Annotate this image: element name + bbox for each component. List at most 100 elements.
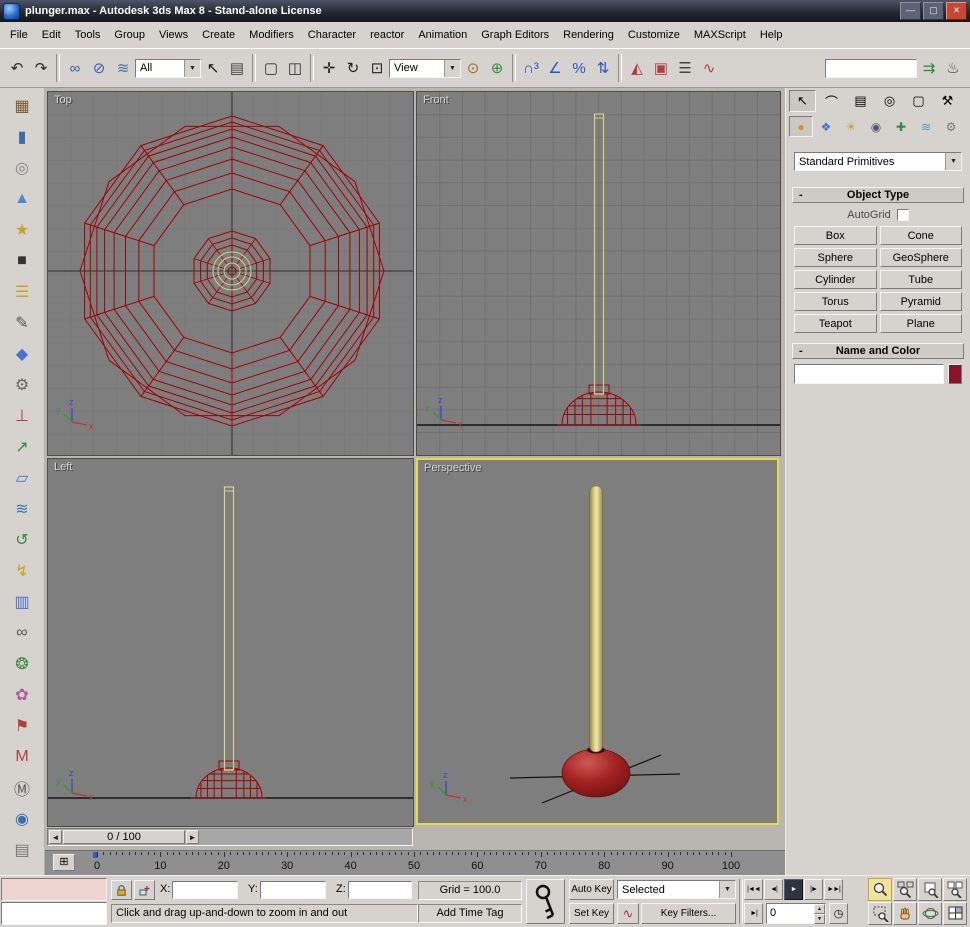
object-type-button-plane[interactable]: Plane (880, 314, 963, 333)
select-and-move-icon[interactable]: ✛ (317, 55, 341, 81)
add-time-tag-button[interactable]: Add Time Tag (418, 904, 522, 923)
star-shape-icon[interactable]: ★ (8, 217, 36, 242)
spinner-down-icon[interactable]: ▼ (814, 914, 825, 924)
absolute-offset-mode-toggle[interactable] (134, 880, 155, 900)
selection-set-dropdown[interactable]: Selected ▼ (617, 880, 736, 899)
bind-to-space-warp-icon[interactable]: ≋ (111, 55, 135, 81)
menu-item-reactor[interactable]: reactor (363, 25, 411, 45)
utilities-tab[interactable]: ⚒ (934, 90, 961, 112)
motion-tab[interactable]: ◎ (876, 90, 903, 112)
subcategory-dropdown[interactable]: Standard Primitives ▼ (794, 152, 962, 171)
snaps-toggle-icon[interactable]: ∩³ (519, 55, 543, 81)
redo-icon[interactable]: ↷ (29, 55, 53, 81)
maximize-button[interactable]: ▢ (923, 2, 944, 20)
lights-category[interactable]: ☀ (839, 116, 863, 137)
object-type-button-tube[interactable]: Tube (880, 270, 963, 289)
use-center-icon[interactable]: ⊙ (461, 55, 485, 81)
select-and-manipulate-icon[interactable]: ⊕ (485, 55, 509, 81)
grid-tool-icon[interactable]: ▤ (8, 837, 36, 862)
hierarchy-tab[interactable]: ▤ (847, 90, 874, 112)
title-bar[interactable]: plunger.max - Autodesk 3ds Max 8 - Stand… (0, 0, 970, 22)
menu-item-maxscript[interactable]: MAXScript (687, 25, 753, 45)
time-slider-handle[interactable]: 0 / 100 (63, 830, 185, 844)
reference-coordinate-dropdown[interactable]: View▼ (389, 59, 461, 78)
flag-icon[interactable]: ⚑ (8, 713, 36, 738)
time-slider-previous-arrow[interactable]: ◄ (49, 830, 62, 844)
dropdown-arrow-icon[interactable]: ▼ (719, 881, 735, 898)
dark-box-icon[interactable]: ■ (8, 248, 36, 273)
spinner-up-icon[interactable]: ▲ (814, 904, 825, 914)
viewport-front[interactable]: zxy Front (416, 91, 781, 456)
object-type-button-teapot[interactable]: Teapot (794, 314, 877, 333)
open-mini-curve-editor-button[interactable]: ⊞ (53, 854, 75, 871)
m-circle-icon[interactable]: Ⓜ (8, 775, 36, 800)
viewport-left[interactable]: zxy Left (47, 458, 414, 827)
loop-icon[interactable]: ↺ (8, 527, 36, 552)
name-and-color-rollout-header[interactable]: - Name and Color (792, 343, 964, 359)
angle-snap-icon[interactable]: ∠ (543, 55, 567, 81)
dropdown-arrow-icon[interactable]: ▼ (945, 153, 961, 170)
selection-filter-dropdown[interactable]: All▼ (135, 59, 201, 78)
curve-editor-icon[interactable]: ∿ (697, 55, 721, 81)
menu-item-tools[interactable]: Tools (68, 25, 108, 45)
waves-icon[interactable]: ≋ (8, 496, 36, 521)
object-color-swatch[interactable] (948, 364, 962, 384)
flower-icon[interactable]: ❂ (8, 651, 36, 676)
menu-item-modifiers[interactable]: Modifiers (242, 25, 301, 45)
geometry-category[interactable]: ● (789, 116, 813, 137)
spinner-snap-icon[interactable]: ⇅ (591, 55, 615, 81)
bolt-icon[interactable]: ↯ (8, 558, 36, 583)
wand-icon[interactable]: ↗ (8, 434, 36, 459)
menu-item-views[interactable]: Views (152, 25, 195, 45)
region-zoom-button[interactable] (868, 902, 892, 925)
selection-lock-toggle[interactable] (111, 880, 132, 900)
autogrid-checkbox[interactable] (897, 209, 909, 221)
wedge-icon[interactable]: ◆ (8, 341, 36, 366)
object-type-button-pyramid[interactable]: Pyramid (880, 292, 963, 311)
track-bar[interactable]: ⊞ 0102030405060708090100 (45, 850, 785, 876)
next-frame-button[interactable]: |► (804, 879, 823, 900)
menu-item-edit[interactable]: Edit (35, 25, 68, 45)
spiral-icon[interactable]: ✿ (8, 682, 36, 707)
mirror-icon[interactable]: ◭ (625, 55, 649, 81)
pan-button[interactable] (893, 902, 917, 925)
select-and-rotate-icon[interactable]: ↻ (341, 55, 365, 81)
menu-item-customize[interactable]: Customize (621, 25, 687, 45)
page-icon[interactable]: ▱ (8, 465, 36, 490)
maxscript-mini-listener-macro[interactable] (1, 878, 107, 901)
viewport-perspective[interactable]: zxy Perspective (416, 458, 779, 825)
frame-spinner[interactable]: ▲ ▼ (814, 904, 825, 923)
object-type-button-cone[interactable]: Cone (880, 226, 963, 245)
z-coordinate-field[interactable] (348, 881, 412, 899)
key-mode-toggle-button[interactable]: ►| (744, 903, 763, 924)
cylinder-primitive-icon[interactable]: ▮ (8, 124, 36, 149)
space-warps-category[interactable]: ≋ (914, 116, 938, 137)
x-coordinate-field[interactable] (172, 881, 238, 899)
pencil-icon[interactable]: ✎ (8, 310, 36, 335)
object-name-field[interactable] (794, 364, 944, 384)
play-button[interactable]: ► (784, 879, 803, 900)
box-primitive-icon[interactable]: ▦ (8, 93, 36, 118)
menu-item-animation[interactable]: Animation (411, 25, 474, 45)
shapes-category[interactable]: ❖ (814, 116, 838, 137)
percent-snap-icon[interactable]: % (567, 55, 591, 81)
dropdown-arrow-icon[interactable]: ▼ (184, 60, 200, 77)
zoom-all-button[interactable] (893, 878, 917, 901)
dropdown-arrow-icon[interactable]: ▼ (444, 60, 460, 77)
render-scene-icon[interactable]: ♨ (941, 55, 965, 81)
object-type-button-box[interactable]: Box (794, 226, 877, 245)
current-frame-field[interactable]: 0 ▲ ▼ (766, 903, 826, 924)
go-to-start-button[interactable]: |◄◄ (744, 879, 763, 900)
viewport-label-left[interactable]: Left (54, 461, 72, 473)
select-by-name-icon[interactable]: ▤ (225, 55, 249, 81)
align-icon[interactable]: ▣ (649, 55, 673, 81)
torus-primitive-icon[interactable]: ◎ (8, 155, 36, 180)
helpers-category[interactable]: ✚ (889, 116, 913, 137)
object-type-button-cylinder[interactable]: Cylinder (794, 270, 877, 289)
menu-item-group[interactable]: Group (107, 25, 152, 45)
select-and-link-icon[interactable]: ∞ (63, 55, 87, 81)
modify-tab[interactable]: ⌒ (818, 90, 845, 112)
named-selection-sets-field[interactable] (825, 59, 917, 78)
select-and-scale-icon[interactable]: ⊡ (365, 55, 389, 81)
close-button[interactable]: ✕ (946, 2, 967, 20)
